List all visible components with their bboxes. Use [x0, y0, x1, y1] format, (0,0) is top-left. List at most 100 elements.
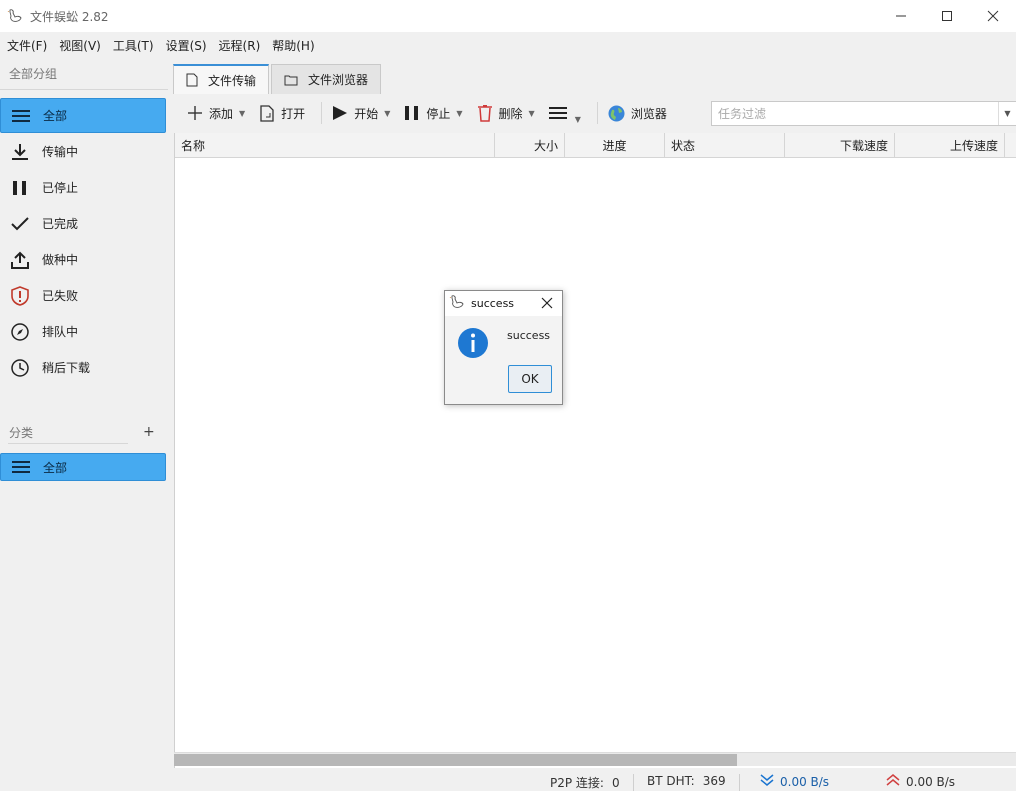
goose-logo-icon: [6, 7, 24, 25]
tab-file-transfer[interactable]: 文件传输: [173, 64, 270, 94]
shield-alert-icon: [10, 285, 30, 306]
sidebar-item-downloading[interactable]: 传输中: [0, 134, 166, 169]
globe-icon: [608, 105, 625, 122]
chevron-down-icon: ▼: [528, 108, 535, 118]
chevron-down-icon: ▼: [384, 108, 391, 118]
download-icon: [10, 142, 30, 162]
open-file-icon: [259, 104, 275, 122]
sidebar-item-label: 传输中: [42, 145, 79, 159]
transfer-table: 名称 大小 进度 状态 下载速度 上传速度: [174, 133, 1016, 768]
plus-icon: [187, 105, 203, 121]
delete-button[interactable]: 删除 ▼: [473, 99, 539, 127]
play-icon: [332, 105, 348, 121]
toolbar-separator: [321, 102, 323, 124]
chevron-down-icon: ▼: [456, 108, 463, 118]
stop-button[interactable]: 停止 ▼: [400, 99, 466, 127]
sidebar: 全部分组 全部 传输中 已停止 已完成 做种中 已失败 排队中 稍后下载 分类 …: [0, 58, 170, 791]
sidebar-item-stopped[interactable]: 已停止: [0, 170, 166, 205]
table-header: 名称 大小 进度 状态 下载速度 上传速度: [175, 133, 1016, 158]
status-bar: P2P 连接: 0 BT DHT: 369 0.00 B/s 0.00 B/s: [0, 770, 1016, 791]
category-item-all[interactable]: 全部: [0, 453, 166, 481]
chevron-down-icon: ▼: [574, 114, 581, 124]
sidebar-item-seeding[interactable]: 做种中: [0, 242, 166, 277]
status-separator: [633, 774, 634, 791]
menu-tools[interactable]: 工具(T): [107, 37, 160, 54]
clock-icon: [10, 358, 30, 378]
browser-button[interactable]: 浏览器: [604, 99, 671, 127]
start-button[interactable]: 开始 ▼: [328, 99, 394, 127]
maximize-button[interactable]: [924, 0, 970, 32]
horizontal-scrollbar[interactable]: [174, 752, 1016, 766]
minimize-button[interactable]: [878, 0, 924, 32]
main-panel: 文件传输 文件浏览器 添加 ▼ 打开 开始 ▼ 停止 ▼ 删除 ▼ ▼ 浏览器 …: [173, 58, 1016, 791]
ok-button[interactable]: OK: [508, 365, 552, 393]
title-bar: 文件蜈蚣 2.82: [0, 0, 1016, 32]
upload-speed-status: 0.00 B/s: [886, 774, 955, 789]
goose-logo-icon: [449, 294, 465, 313]
file-icon: [186, 73, 198, 87]
close-icon: [541, 297, 553, 309]
dialog-title: success: [471, 297, 515, 310]
minimize-icon: [896, 15, 906, 17]
scrollbar-thumb[interactable]: [174, 754, 737, 766]
dht-value: 369: [702, 774, 726, 788]
p2p-status: P2P 连接: 0: [550, 774, 620, 791]
menu-settings[interactable]: 设置(S): [160, 37, 213, 54]
sidebar-item-later[interactable]: 稍后下载: [0, 350, 166, 385]
column-progress[interactable]: 进度: [565, 133, 665, 158]
download-speed: 0.00 B/s: [780, 774, 830, 789]
close-window-button[interactable]: [970, 0, 1016, 32]
dialog-close-button[interactable]: [538, 294, 556, 312]
pause-icon: [10, 178, 30, 198]
more-menu-button[interactable]: ▼: [545, 99, 585, 127]
list-icon: [11, 106, 31, 126]
add-category-button[interactable]: +: [143, 424, 155, 440]
sidebar-item-all[interactable]: 全部: [0, 98, 166, 133]
sidebar-item-label: 已失败: [42, 289, 79, 303]
column-status[interactable]: 状态: [665, 133, 785, 158]
trash-icon: [477, 104, 493, 122]
p2p-value: 0: [611, 775, 620, 790]
compass-icon: [10, 322, 30, 342]
sidebar-item-queued[interactable]: 排队中: [0, 314, 166, 349]
menu-view[interactable]: 视图(V): [53, 37, 107, 54]
column-download-speed[interactable]: 下载速度: [785, 133, 895, 158]
sidebar-item-label: 已完成: [42, 217, 79, 231]
double-chevron-down-icon: [760, 774, 774, 789]
sidebar-item-completed[interactable]: 已完成: [0, 206, 166, 241]
menu-remote[interactable]: 远程(R): [213, 37, 267, 54]
list-icon: [11, 457, 31, 477]
window-title: 文件蜈蚣 2.82: [30, 9, 109, 24]
add-button[interactable]: 添加 ▼: [183, 99, 249, 127]
dialog-message: success: [507, 329, 551, 342]
success-dialog: success success OK: [444, 290, 563, 405]
open-button[interactable]: 打开: [255, 99, 309, 127]
double-chevron-up-icon: [886, 774, 900, 789]
dht-status: BT DHT: 369: [647, 774, 726, 788]
upload-speed: 0.00 B/s: [906, 774, 956, 789]
menu-help[interactable]: 帮助(H): [266, 37, 320, 54]
info-icon: [457, 327, 489, 359]
column-upload-speed[interactable]: 上传速度: [895, 133, 1005, 158]
p2p-label: P2P 连接:: [550, 776, 604, 790]
category-divider: [8, 443, 128, 444]
column-name[interactable]: 名称: [175, 133, 495, 158]
sidebar-item-label: 稍后下载: [42, 361, 91, 375]
maximize-icon: [942, 11, 952, 21]
sidebar-item-failed[interactable]: 已失败: [0, 278, 166, 313]
tab-file-browser[interactable]: 文件浏览器: [271, 64, 382, 94]
check-icon: [10, 214, 30, 234]
chevron-down-icon[interactable]: ▼: [998, 102, 1016, 125]
sidebar-group-header: 全部分组: [0, 58, 168, 90]
task-filter-input[interactable]: 任务过滤 ▼: [711, 101, 1016, 126]
column-size[interactable]: 大小: [495, 133, 565, 158]
menu-file[interactable]: 文件(F): [1, 37, 53, 54]
sidebar-item-label: 排队中: [42, 325, 79, 339]
close-icon: [987, 10, 999, 22]
toolbar: 添加 ▼ 打开 开始 ▼ 停止 ▼ 删除 ▼ ▼ 浏览器 任务过滤 ▼: [173, 96, 1016, 130]
sidebar-item-label: 全部: [43, 109, 68, 123]
pause-icon: [404, 105, 420, 121]
category-header: 分类: [9, 425, 34, 440]
sidebar-item-label: 做种中: [42, 253, 79, 267]
sidebar-item-label: 已停止: [42, 181, 79, 195]
